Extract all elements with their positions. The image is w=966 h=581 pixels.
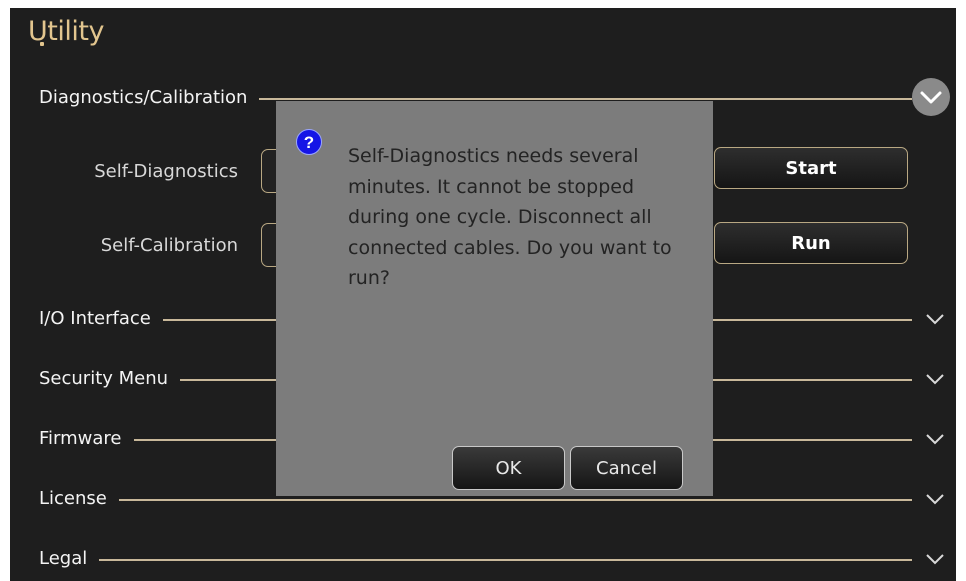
dialog-message: Self-Diagnostics needs several minutes. …: [348, 145, 672, 289]
question-icon: ?: [296, 129, 322, 155]
section-legal[interactable]: Legal: [10, 544, 956, 574]
self-diagnostics-label: Self-Diagnostics: [94, 161, 238, 182]
section-label: Firmware: [39, 424, 134, 454]
chevron-down-icon: [926, 554, 944, 565]
section-divider: [39, 499, 912, 501]
chevron-down-icon: [920, 91, 942, 104]
cancel-button[interactable]: Cancel: [570, 446, 683, 490]
run-button[interactable]: Run: [714, 222, 908, 264]
section-label: Security Menu: [39, 364, 181, 394]
section-label: License: [39, 484, 119, 514]
start-button[interactable]: Start: [714, 147, 908, 189]
confirm-dialog: ? Self-Diagnostics needs several minutes…: [276, 101, 713, 496]
section-label: Diagnostics/Calibration: [39, 83, 260, 113]
chevron-down-icon: [926, 434, 944, 445]
chevron-down-icon: [926, 314, 944, 325]
section-label: Legal: [39, 544, 100, 574]
chevron-down-icon: [926, 494, 944, 505]
ok-button[interactable]: OK: [452, 446, 565, 490]
chevron-down-icon: [926, 374, 944, 385]
self-calibration-label: Self-Calibration: [100, 235, 238, 256]
section-label: I/O Interface: [39, 304, 163, 334]
title-underline-mark: [40, 42, 44, 46]
collapse-toggle[interactable]: [912, 78, 950, 116]
section-divider: [39, 559, 912, 561]
utility-panel: Utility Diagnostics/Calibration Self-Dia…: [10, 8, 956, 581]
